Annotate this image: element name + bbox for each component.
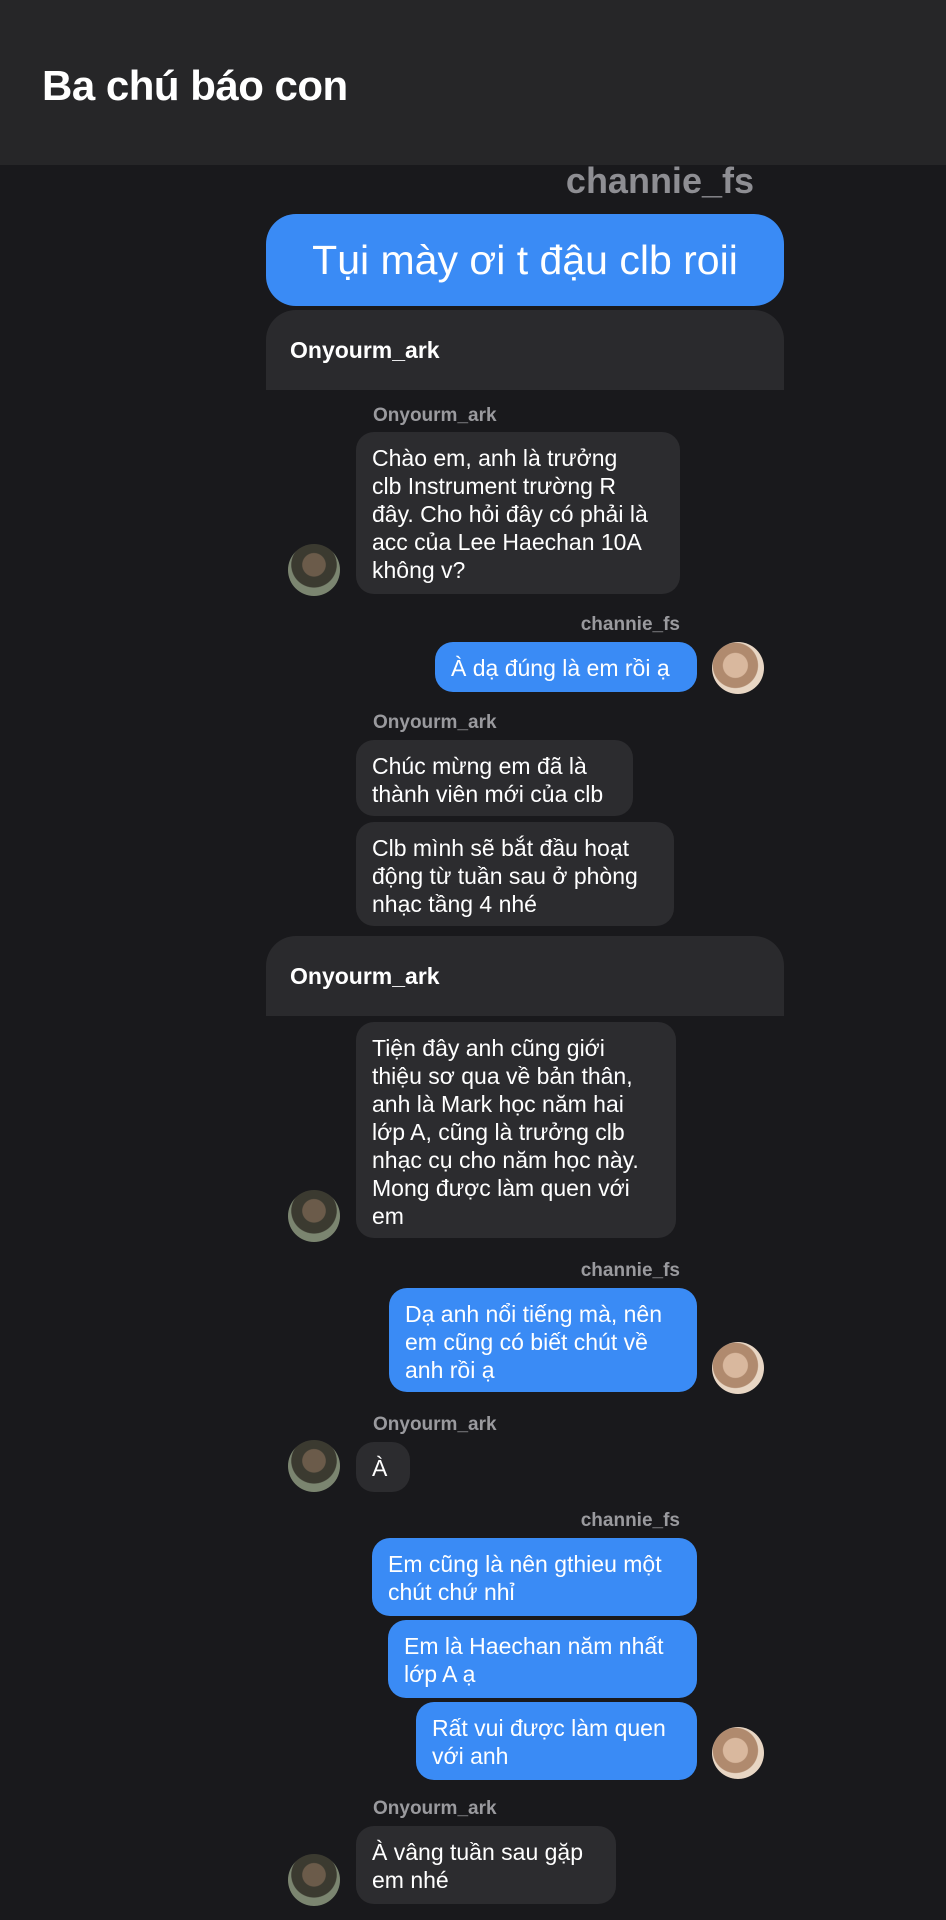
incoming-message[interactable]: À (356, 1442, 410, 1492)
incoming-message[interactable]: Chào em, anh là trưởng clb Instrument tr… (356, 432, 680, 594)
outgoing-message[interactable]: Em cũng là nên gthieu một chút chứ nhỉ (372, 1538, 697, 1616)
sender-name: channie_fs (580, 614, 680, 635)
avatar[interactable] (288, 1190, 340, 1242)
outgoing-message[interactable]: Em là Haechan năm nhất lớp A ạ (388, 1620, 697, 1698)
incoming-message[interactable]: Chúc mừng em đã là thành viên mới của cl… (356, 740, 633, 816)
outgoing-message[interactable]: Rất vui được làm quen với anh (416, 1702, 697, 1780)
sender-name: channie_fs (565, 160, 754, 201)
outgoing-message[interactable]: À dạ đúng là em rồi ạ (435, 642, 697, 692)
chat-header: Ba chú báo con (0, 0, 946, 165)
sender-name: Onyourm_ark (373, 1414, 497, 1435)
incoming-message[interactable]: Clb mình sẽ bắt đầu hoạt động từ tuần sa… (356, 822, 674, 926)
shared-post-header[interactable]: Onyourm_ark (266, 936, 784, 1016)
sender-name: Onyourm_ark (373, 405, 497, 426)
incoming-message[interactable]: À vâng tuần sau gặp em nhé (356, 1826, 616, 1904)
sender-name: channie_fs (580, 1260, 680, 1281)
outgoing-message[interactable]: Dạ anh nổi tiếng mà, nên em cũng có biết… (389, 1288, 697, 1392)
sender-name: channie_fs (580, 1510, 680, 1531)
sender-name: Onyourm_ark (373, 1798, 497, 1819)
post-author-name: Onyourm_ark (290, 963, 440, 989)
avatar[interactable] (712, 642, 764, 694)
incoming-message[interactable]: Tiện đây anh cũng giới thiệu sơ qua về b… (356, 1022, 676, 1238)
outgoing-message[interactable]: Tụi mày ơi t đậu clb roii (266, 214, 784, 306)
avatar[interactable] (712, 1727, 764, 1779)
sender-name: Onyourm_ark (373, 712, 497, 733)
shared-post-header[interactable]: Onyourm_ark (266, 310, 784, 390)
chat-title: Ba chú báo con (42, 62, 348, 109)
avatar[interactable] (712, 1342, 764, 1394)
avatar[interactable] (288, 1854, 340, 1906)
post-author-name: Onyourm_ark (290, 337, 440, 363)
avatar[interactable] (288, 1440, 340, 1492)
avatar[interactable] (288, 544, 340, 596)
